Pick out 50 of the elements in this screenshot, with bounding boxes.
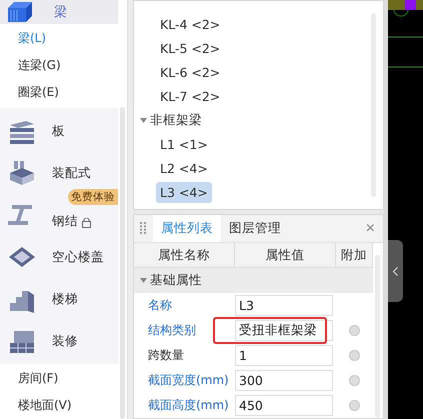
category-label[interactable]: 楼梯 [52, 290, 78, 308]
drag-handle-icon[interactable] [140, 222, 147, 234]
tree-item[interactable]: KL-7 <2> [156, 86, 224, 106]
property-value-field[interactable]: 300 [235, 370, 333, 391]
drawing-canvas[interactable] [388, 0, 423, 419]
scrollbar[interactable] [120, 107, 125, 419]
category-label[interactable]: 板 [52, 122, 65, 140]
tree-item[interactable]: KL-5 <2> [156, 38, 224, 58]
caret-icon[interactable] [140, 278, 147, 283]
radio-button[interactable] [349, 375, 360, 386]
tree-item[interactable]: KL-4 <2> [156, 14, 224, 34]
property-value-field[interactable]: 450 [235, 395, 333, 416]
tree-item[interactable]: L2 <4> [156, 158, 212, 178]
sidebar-item[interactable]: 楼地面(V) [0, 392, 118, 419]
property-value-field[interactable]: 受扭非框架梁 [235, 320, 333, 341]
scrollbar[interactable] [375, 255, 380, 418]
category-label[interactable]: 装修 [52, 332, 78, 350]
category-label[interactable]: 装配式 [52, 164, 91, 182]
property-name: 跨数量 [147, 347, 185, 364]
tree-item[interactable]: KL-6 <2> [156, 62, 224, 82]
column-header: 属性名称 [134, 243, 235, 268]
sidebar-item[interactable]: 梁(L) [0, 25, 118, 52]
column-header: 附加 [336, 243, 373, 268]
panel-tab[interactable]: 图层管理 [221, 215, 289, 242]
radio-button[interactable] [349, 400, 360, 411]
beam-icon [8, 2, 32, 22]
sidebar-item[interactable]: 房间(F) [0, 365, 118, 392]
category-label[interactable]: 钢结 [52, 212, 78, 230]
radio-button[interactable] [349, 325, 360, 336]
property-value-field[interactable]: 1 [235, 345, 333, 366]
category-header[interactable]: 梁 [0, 0, 118, 24]
property-name: 名称 [147, 297, 173, 314]
property-value-field[interactable]: L3 [235, 295, 333, 316]
caret-icon[interactable] [140, 118, 147, 122]
chevron-left-icon [393, 266, 398, 276]
tree-item[interactable]: L1 <1> [156, 134, 212, 154]
trial-badge: 免费体验 [68, 189, 118, 205]
column-header: 属性值 [235, 243, 336, 268]
panel-tab[interactable]: 属性列表 [153, 215, 221, 242]
radio-button[interactable] [349, 350, 360, 361]
sidebar-item[interactable]: 圈梁(E) [0, 79, 118, 106]
group-label: 基础属性 [150, 272, 202, 289]
category-label[interactable]: 空心楼盖 [52, 248, 104, 266]
expand-panel-button[interactable] [388, 240, 403, 302]
property-name: 截面宽度(mm) [147, 372, 230, 389]
tree-group-label[interactable]: 非框架梁 [150, 112, 202, 128]
property-name: 结构类别 [147, 322, 197, 339]
property-name: 截面高度(mm) [147, 397, 230, 414]
tree-item[interactable]: L3 <4> [156, 182, 212, 202]
sidebar-item[interactable]: 连梁(G) [0, 52, 118, 79]
